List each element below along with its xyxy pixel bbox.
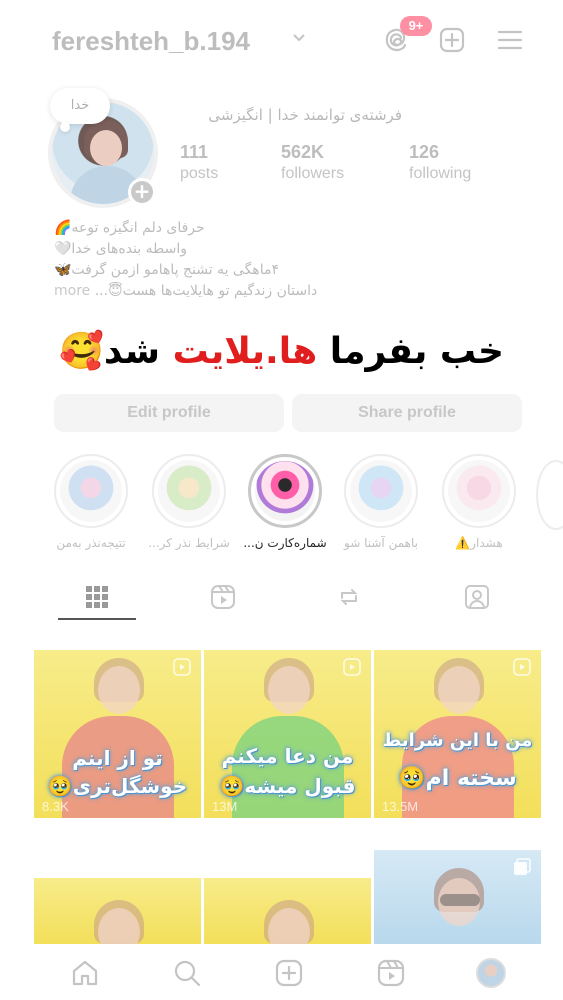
post-text: من دعا میکنم: [221, 744, 354, 768]
post-views: 13.5M: [382, 799, 419, 814]
highlight-item[interactable]: شرایط نذر کر...: [144, 454, 234, 550]
highlight-ring: [442, 454, 516, 528]
highlight-label: باهمن آشنا شو: [344, 536, 418, 550]
caption-part-1: خب بفرما: [317, 331, 504, 372]
highlight-label: تتیجه‌نذر به‌من: [56, 536, 126, 550]
post-text: قبول میشه🥹: [219, 774, 356, 798]
highlight-ring: [344, 454, 418, 528]
highlight-item-partial[interactable]: [536, 460, 563, 530]
caption-part-2: ها.یلایت: [172, 331, 318, 372]
post-text: خوشگل‌تری🥹: [47, 774, 188, 798]
highlight-item[interactable]: باهمن آشنا شو: [336, 454, 426, 550]
create-icon[interactable]: [274, 958, 304, 988]
menu-icon[interactable]: [496, 26, 524, 54]
active-tab-underline: [58, 618, 136, 620]
username-title[interactable]: fereshteh_b.194: [52, 26, 250, 57]
post-tile[interactable]: تو از اینم خوشگل‌تری🥹 8.3K: [34, 650, 201, 818]
top-bar: fereshteh_b.194 9+: [0, 0, 563, 84]
followers-label: followers: [281, 165, 345, 182]
highlight-cover: [350, 460, 412, 522]
chevron-down-icon[interactable]: [292, 30, 306, 44]
plus-square-icon[interactable]: [438, 26, 466, 54]
post-tile[interactable]: من با این شرایط سخته ام🥹 13.5M: [374, 650, 541, 818]
search-icon[interactable]: [172, 958, 202, 988]
highlight-cover: [448, 460, 510, 522]
post-tile[interactable]: [374, 850, 541, 944]
note-bubble[interactable]: خدا: [50, 88, 110, 124]
highlight-item[interactable]: تتیجه‌نذر به‌من: [46, 454, 136, 550]
post-text: من با این شرایط: [382, 730, 533, 751]
bio-line: داستان زندگیم تو هایلایت‌ها هست😇...: [94, 283, 318, 299]
highlight-ring: [54, 454, 128, 528]
bio-more-link[interactable]: more: [54, 283, 90, 299]
highlight-cover: [60, 460, 122, 522]
posts-stat[interactable]: 111 posts: [180, 142, 218, 183]
bio-line: واسطه بنده‌های خدا🤍: [54, 241, 188, 257]
posts-label: posts: [180, 165, 219, 182]
carousel-icon: [514, 858, 531, 875]
following-stat[interactable]: 126 following: [409, 142, 471, 183]
highlight-cover: [158, 460, 220, 522]
reel-icon: [513, 658, 531, 676]
grid-icon[interactable]: [84, 584, 110, 610]
profile-tabs: [0, 576, 563, 622]
tagged-icon[interactable]: [464, 584, 490, 610]
followers-count: 562K: [281, 142, 325, 162]
add-story-button[interactable]: +: [128, 178, 156, 206]
profile-full-name: فرشته‌ی توانمند خدا | انگیزشی: [208, 106, 402, 124]
highlight-ring: [152, 454, 226, 528]
post-tile[interactable]: [204, 878, 371, 944]
share-profile-button[interactable]: Share profile: [292, 394, 522, 432]
sunglasses-shape: [440, 894, 480, 906]
highlight-label: شماره‌کارت ن...: [243, 536, 327, 550]
bio-line: حرفای دلم انگیزه توعه🌈: [54, 220, 205, 236]
following-label: following: [409, 165, 472, 182]
profile-avatar-tab[interactable]: [476, 958, 506, 988]
following-count: 126: [409, 142, 440, 162]
post-views: 13M: [212, 799, 238, 814]
bottom-nav: [0, 944, 563, 1000]
note-bubble-tail: [60, 122, 70, 132]
reels-icon[interactable]: [210, 584, 236, 610]
post-views: 8.3K: [42, 799, 69, 814]
highlight-cover: [255, 461, 315, 521]
highlight-label: شرایط نذر کر...: [148, 536, 230, 550]
posts-count: 111: [180, 142, 209, 162]
highlight-item-active[interactable]: شماره‌کارت ن...: [240, 454, 330, 550]
post-tile[interactable]: [34, 878, 201, 944]
highlight-item[interactable]: هشدار⚠️: [434, 454, 524, 550]
reel-icon: [343, 658, 361, 676]
home-icon[interactable]: [70, 958, 100, 988]
post-tile[interactable]: من دعا میکنم قبول میشه🥹 13M: [204, 650, 371, 818]
notification-badge[interactable]: 9+: [400, 16, 432, 36]
bio-line: ۴ماهگی یه تشنج پاهامو ازمن گرفت🦋: [54, 262, 279, 278]
post-text: سخته ام🥹: [398, 766, 517, 791]
caption-part-3: شد🥰: [59, 331, 173, 372]
overlay-caption: خب بفرما ها.یلایت شد🥰: [0, 330, 563, 372]
edit-profile-button[interactable]: Edit profile: [54, 394, 284, 432]
post-text: تو از اینم: [72, 746, 163, 770]
reel-icon: [173, 658, 191, 676]
highlight-ring: [248, 454, 322, 528]
followers-stat[interactable]: 562K followers: [281, 142, 344, 183]
reels-icon[interactable]: [376, 958, 406, 988]
highlight-label: هشدار⚠️: [455, 536, 503, 550]
reposts-icon[interactable]: [336, 584, 362, 610]
profile-bio: حرفای دلم انگیزه توعه🌈 واسطه بنده‌های خد…: [54, 218, 384, 302]
